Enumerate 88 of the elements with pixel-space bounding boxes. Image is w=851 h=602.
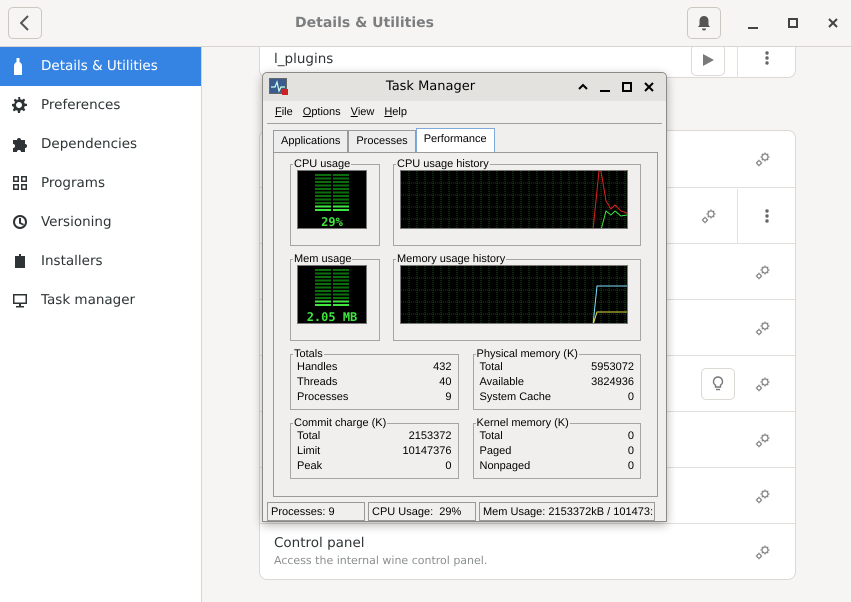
status-text: CPU Usage: 29% [368,502,476,521]
chevron-up-icon [578,83,588,90]
meter-reading: 2.05 MB [306,310,358,323]
sidebar-item[interactable]: Details & Utilities [0,47,201,86]
gears-icon [755,320,771,336]
stat-value: 10147376 [402,444,452,459]
gears-icon [755,544,771,560]
stat-value: 0 [628,428,634,444]
tab[interactable]: Performance [416,128,495,152]
back-icon [20,15,30,31]
stat-label: Available [480,374,524,390]
stat-value: 0 [628,444,634,459]
stat-value: 9 [445,390,452,405]
status-text: Mem Usage: 2153372kB / 101473: [479,502,655,521]
package-icon [12,253,28,270]
minimize-icon [748,27,758,29]
group-title: Commit charge (K) [293,418,388,429]
menu-item[interactable]: Help [380,102,413,122]
sidebar-item[interactable]: Task manager [0,281,201,320]
sidebar-item[interactable]: Installers [0,242,201,281]
bell-icon [697,15,711,31]
clock-icon [12,214,28,231]
monitor-icon [12,292,28,309]
group-title: Memory usage history [396,254,506,265]
group-title: Physical memory (K) [476,348,579,360]
sidebar-item[interactable]: Preferences [0,86,201,125]
stat-value: 3824936 [591,374,634,390]
play-icon [702,54,714,66]
stat-label: Threads [297,374,338,390]
group-title: Kernel memory (K) [476,418,570,429]
close-icon [644,82,654,92]
tab[interactable]: Applications [273,130,348,152]
stat-value: 2153372 [408,428,452,444]
kebab-icon [764,50,768,64]
stat-label: Processes [297,390,348,405]
lightbulb-icon [712,376,724,392]
group-title: Mem usage [293,254,352,265]
window-title: Task Manager [384,78,476,96]
stat-label: System Cache [480,390,552,405]
window-title: Details & Utilities [295,14,434,30]
menu-item[interactable]: View [346,102,380,122]
stat-value: 0 [445,458,452,474]
grid-icon [12,175,28,192]
menu-item[interactable]: File [271,102,299,122]
close-icon [828,18,838,28]
stat-value: 0 [628,458,634,474]
back-button[interactable] [8,7,42,39]
hint-button[interactable] [701,368,735,400]
gear-icon [12,97,28,114]
stat-label: Peak [297,458,322,474]
menu-item[interactable]: Options [298,102,347,122]
group-title: Totals [293,348,324,360]
group-title: CPU usage history [396,158,490,170]
stat-value: 0 [628,390,634,405]
stat-label: Limit [297,444,320,459]
sidebar-item[interactable]: Programs [0,164,201,203]
stat-label: Total [480,360,503,375]
stat-value: 40 [439,374,452,390]
kebab-icon [764,208,768,222]
meter-reading: 29% [321,216,343,228]
maximize-icon [788,18,798,28]
puzzle-icon [12,136,28,153]
notifications-button[interactable] [687,7,721,39]
gears-icon [755,432,771,448]
gears-icon [755,151,771,167]
row-title: Control panel [274,534,366,554]
sidebar-item[interactable]: Versioning [0,203,201,242]
tab[interactable]: Processes [348,130,416,152]
gears-icon [755,376,771,392]
stat-label: Nonpaged [480,458,530,474]
app-icon [269,78,289,96]
group-title: CPU usage [293,158,352,170]
gears-icon [755,488,771,504]
gears-icon [755,264,771,280]
status-text: Processes: 9 [267,502,365,521]
stat-label: Total [480,428,503,444]
minimize-icon [600,90,610,92]
stat-value: 432 [433,360,452,375]
maximize-icon [622,82,632,92]
stat-label: Paged [480,444,512,459]
stat-label: Handles [297,360,338,375]
run-button[interactable] [691,47,725,76]
gears-icon [701,208,717,224]
stat-label: Total [297,428,320,444]
row-subtitle: Access the internal wine control panel. [274,553,488,570]
sidebar-item[interactable]: Dependencies [0,125,201,164]
row-title: l_plugins [274,50,334,70]
stat-value: 5953072 [591,360,634,375]
